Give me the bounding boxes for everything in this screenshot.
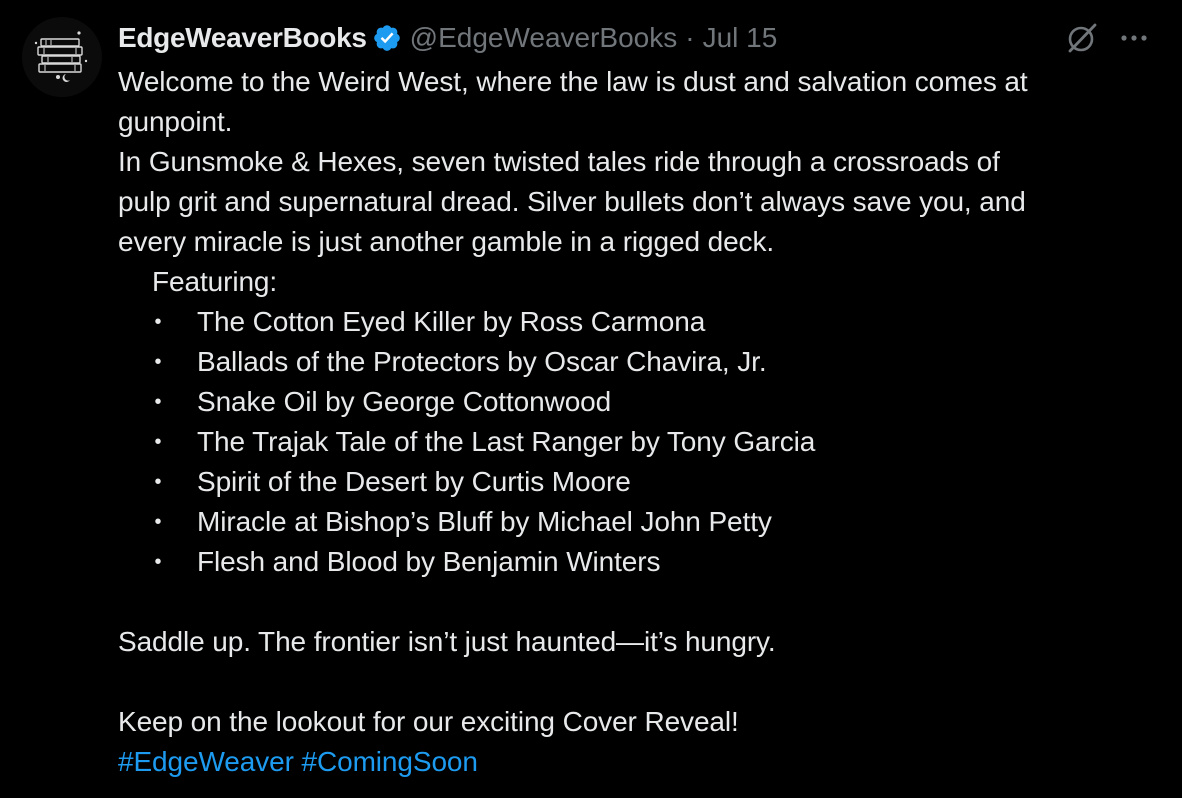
tweet-date[interactable]: Jul 15 (703, 22, 778, 54)
story-list-item: • Spirit of the Desert by Curtis Moore (118, 462, 1158, 502)
bullet-icon: • (154, 391, 162, 413)
grok-icon[interactable] (1064, 20, 1100, 56)
saddle-line: Saddle up. The frontier isn’t just haunt… (118, 626, 776, 657)
story-list-item: • Flesh and Blood by Benjamin Winters (118, 542, 1158, 582)
story-list-item: • The Trajak Tale of the Last Ranger by T… (118, 422, 1158, 462)
featuring-label: Featuring: (152, 266, 278, 297)
hashtag-line: #EdgeWeaver #ComingSoon (118, 742, 1158, 782)
story-list-item: • Ballads of the Protectors by Oscar Chav… (118, 342, 1158, 382)
story-title: The Cotton Eyed Killer by Ross Carmona (197, 306, 706, 337)
avatar[interactable] (22, 17, 102, 97)
lookout-line: Keep on the lookout for our exciting Cov… (118, 706, 739, 737)
story-title: Miracle at Bishop’s Bluff by Michael Joh… (197, 506, 772, 537)
more-horizontal-icon[interactable] (1116, 22, 1152, 54)
tweet-header: EdgeWeaverBooks @EdgeWeaverBooks · Jul 1… (118, 20, 777, 56)
story-title: The Trajak Tale of the Last Ranger by To… (197, 426, 816, 457)
text-line: pulp grit and supernatural dread. Silver… (118, 186, 1026, 217)
hashtag-link[interactable]: #EdgeWeaver (118, 746, 294, 777)
tweet-text: Welcome to the Weird West, where the law… (118, 62, 1158, 782)
story-title: Snake Oil by George Cottonwood (197, 386, 612, 417)
story-list-item: • The Cotton Eyed Killer by Ross Carmona (118, 302, 1158, 342)
bullet-icon: • (154, 351, 162, 373)
author-handle[interactable]: @EdgeWeaverBooks (410, 22, 678, 54)
bullet-icon: • (154, 311, 162, 333)
story-title: Spirit of the Desert by Curtis Moore (197, 466, 631, 497)
story-list-item: • Snake Oil by George Cottonwood (118, 382, 1158, 422)
author-display-name[interactable]: EdgeWeaverBooks (118, 22, 367, 54)
tweet: EdgeWeaverBooks @EdgeWeaverBooks · Jul 1… (0, 0, 1182, 798)
text-line: every miracle is just another gamble in … (118, 226, 775, 257)
book-stack-logo-icon (22, 17, 102, 97)
bullet-icon: • (154, 431, 162, 453)
bullet-icon: • (154, 551, 162, 573)
story-list: • The Cotton Eyed Killer by Ross Carmona … (118, 302, 1158, 582)
header-separator: · (685, 22, 695, 53)
bullet-icon: • (154, 471, 162, 493)
hashtag-link[interactable]: #ComingSoon (302, 746, 478, 777)
text-line: In Gunsmoke & Hexes, seven twisted tales… (118, 146, 1000, 177)
story-list-item: • Miracle at Bishop’s Bluff by Michael Jo… (118, 502, 1158, 542)
story-title: Flesh and Blood by Benjamin Winters (197, 546, 661, 577)
story-title: Ballads of the Protectors by Oscar Chavi… (197, 346, 767, 377)
text-line: gunpoint. (118, 106, 233, 137)
bullet-icon: • (154, 511, 162, 533)
text-line: Welcome to the Weird West, where the law… (118, 66, 1028, 97)
verified-badge-icon[interactable] (372, 23, 402, 53)
